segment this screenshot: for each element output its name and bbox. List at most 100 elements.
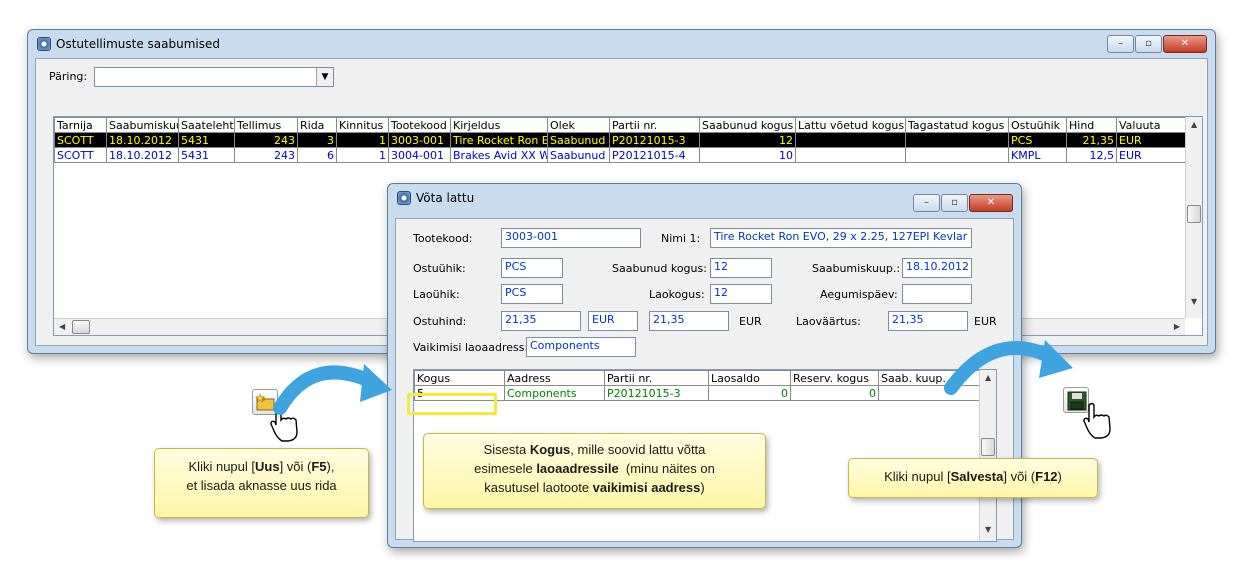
ostuuhik-field[interactable]: PCS [501, 258, 563, 278]
table-cell: Saabunud [547, 147, 610, 163]
query-label: Päring: [49, 70, 88, 83]
table-cell [795, 132, 906, 148]
saabumiskuup-label: Saabumiskuup.: [812, 262, 901, 275]
table-header: Tarnija Saabumiskuu Saateleht Tellimus Rida K… [54, 117, 1188, 133]
table-row[interactable]: SCOTT 18.10.2012 5431 243 3 1 3003-001 Tire Roc… [54, 132, 1188, 148]
column-header[interactable]: Kirjeldus [450, 117, 548, 133]
dialog-close-button[interactable]: ✕ [969, 194, 1013, 212]
hscroll-thumb[interactable] [72, 320, 90, 334]
tootekood-label: Tootekood: [413, 232, 473, 245]
table-cell: 5431 [178, 147, 235, 163]
table-cell: 18.10.2012 [106, 147, 179, 163]
table-cell: P20121015-4 [609, 147, 700, 163]
scroll-thumb[interactable] [1187, 205, 1201, 223]
column-header[interactable]: Laosaldo [708, 370, 791, 386]
table-cell [795, 147, 906, 163]
dialog-maximize-button[interactable]: ▫ [941, 194, 968, 212]
location-table: Kogus Aadress Partii nr. Laosaldo Reserv. ko… [414, 370, 981, 401]
laovaartus-currency: EUR [974, 315, 997, 328]
curved-arrow-right [944, 340, 1073, 395]
table-cell: Components [504, 385, 605, 401]
column-header[interactable]: Kogus [414, 370, 505, 386]
column-header[interactable]: Rida [297, 117, 337, 133]
saabumiskuup-field[interactable]: 18.10.2012 [902, 258, 972, 278]
column-header[interactable]: Tootekood [388, 117, 451, 133]
column-header[interactable]: Olek [547, 117, 610, 133]
column-header[interactable]: Valuuta [1116, 117, 1188, 133]
table-row[interactable]: 5 Components P20121015-3 0 0 [414, 385, 981, 401]
column-header[interactable]: Saabumiskuu [106, 117, 179, 133]
callout-uus-line1: Kliki nupul [Uus] või (F5), [188, 459, 335, 474]
kogus-highlight [407, 393, 497, 415]
saabunud-kogus-field[interactable]: 12 [710, 258, 772, 278]
column-header[interactable]: Partii nr. [609, 117, 700, 133]
dialog-titlebar[interactable]: Võta lattu – ▫ ✕ [388, 184, 1021, 212]
scroll-thumb[interactable] [981, 438, 995, 456]
table-vscroll[interactable]: ▲ ▼ [1185, 117, 1202, 318]
chevron-down-icon[interactable]: ▼ [316, 68, 333, 86]
table-cell: EUR [1116, 147, 1188, 163]
query-combo[interactable]: ▼ [94, 67, 334, 87]
column-header[interactable]: Tarnija [54, 117, 107, 133]
table-cell: 5431 [178, 132, 235, 148]
table-cell: 6 [297, 147, 337, 163]
minimize-button[interactable]: – [1107, 35, 1134, 53]
maximize-button[interactable]: ▫ [1135, 35, 1162, 53]
column-header[interactable]: Tagastatud kogus [905, 117, 1009, 133]
table-cell: Tire Rocket Ron E [450, 132, 548, 148]
scroll-left-icon[interactable]: ◀ [59, 322, 65, 331]
table-cell: 243 [234, 132, 298, 148]
callout-kogus-line1: Sisesta Kogus, mille soovid lattu võtta [483, 442, 706, 457]
table-cell: 3 [297, 132, 337, 148]
table-cell [905, 147, 1009, 163]
laouhik-label: Laoühik: [413, 288, 460, 301]
column-header[interactable]: Kinnitus [336, 117, 389, 133]
close-button[interactable]: ✕ [1163, 35, 1207, 53]
table-cell: 0 [790, 385, 879, 401]
column-header[interactable]: Partii nr. [604, 370, 709, 386]
ostuhind-label: Ostuhind: [413, 315, 467, 328]
table-cell: P20121015-3 [604, 385, 709, 401]
aegumispaev-field[interactable] [902, 284, 972, 304]
dialog-app-icon [397, 191, 411, 205]
column-header[interactable]: Saabunud kogus [699, 117, 796, 133]
nimi-field[interactable]: Tire Rocket Ron EVO, 29 x 2.25, 127EPI K… [710, 228, 972, 248]
callout-salvesta: Kliki nupul [Salvesta] või (F12) [848, 458, 1098, 498]
laokogus-field[interactable]: 12 [710, 284, 772, 304]
column-header[interactable]: Saateleht [178, 117, 235, 133]
main-titlebar[interactable]: Ostutellimuste saabumised – ▫ ✕ [28, 30, 1215, 58]
column-header[interactable]: Tellimus [234, 117, 298, 133]
column-header[interactable]: Hind [1066, 117, 1117, 133]
table-cell: KMPL [1008, 147, 1067, 163]
callout-kogus: Sisesta Kogus, mille soovid lattu võtta … [423, 433, 766, 509]
location-table-header: Kogus Aadress Partii nr. Laosaldo Reserv. ko… [414, 370, 981, 386]
table-cell: 21,35 [1066, 132, 1117, 148]
table-cell: SCOTT [54, 147, 107, 163]
scroll-up-icon[interactable]: ▲ [1191, 120, 1197, 129]
table-cell: Brakes Avid XX W [450, 147, 548, 163]
table-cell: EUR [1116, 132, 1188, 148]
dialog-minimize-button[interactable]: – [913, 194, 940, 212]
laokogus-label: Laokogus: [649, 288, 705, 301]
table-row[interactable]: SCOTT 18.10.2012 5431 243 6 1 3004-001 Brakes A… [54, 147, 1188, 163]
table-cell: 10 [699, 147, 796, 163]
column-header[interactable]: Lattu võetud kogus [795, 117, 906, 133]
column-header[interactable]: Ostuühik [1008, 117, 1067, 133]
column-header[interactable]: Aadress [504, 370, 605, 386]
column-header[interactable]: Reserv. kogus [790, 370, 879, 386]
ostuhind-currency-field[interactable]: EUR [588, 311, 638, 331]
vaikimisi-field[interactable]: Components [526, 337, 636, 357]
scroll-down-icon[interactable]: ▼ [985, 525, 991, 534]
nimi-label: Nimi 1: [661, 232, 701, 245]
ostuhind-field[interactable]: 21,35 [501, 311, 581, 331]
callout-kogus-line3: kasutusel laotoote vaikimisi aadress) [484, 480, 705, 495]
tootekood-field[interactable]: 3003-001 [501, 228, 641, 248]
table-cell: 3004-001 [388, 147, 451, 163]
laouhik-field[interactable]: PCS [501, 284, 563, 304]
table-cell: 243 [234, 147, 298, 163]
table-cell: 3003-001 [388, 132, 451, 148]
scroll-right-icon[interactable]: ▶ [1174, 322, 1180, 331]
table-cell [905, 132, 1009, 148]
hind2-field[interactable]: 21,35 [649, 311, 729, 331]
scroll-down-icon[interactable]: ▼ [1191, 297, 1197, 306]
